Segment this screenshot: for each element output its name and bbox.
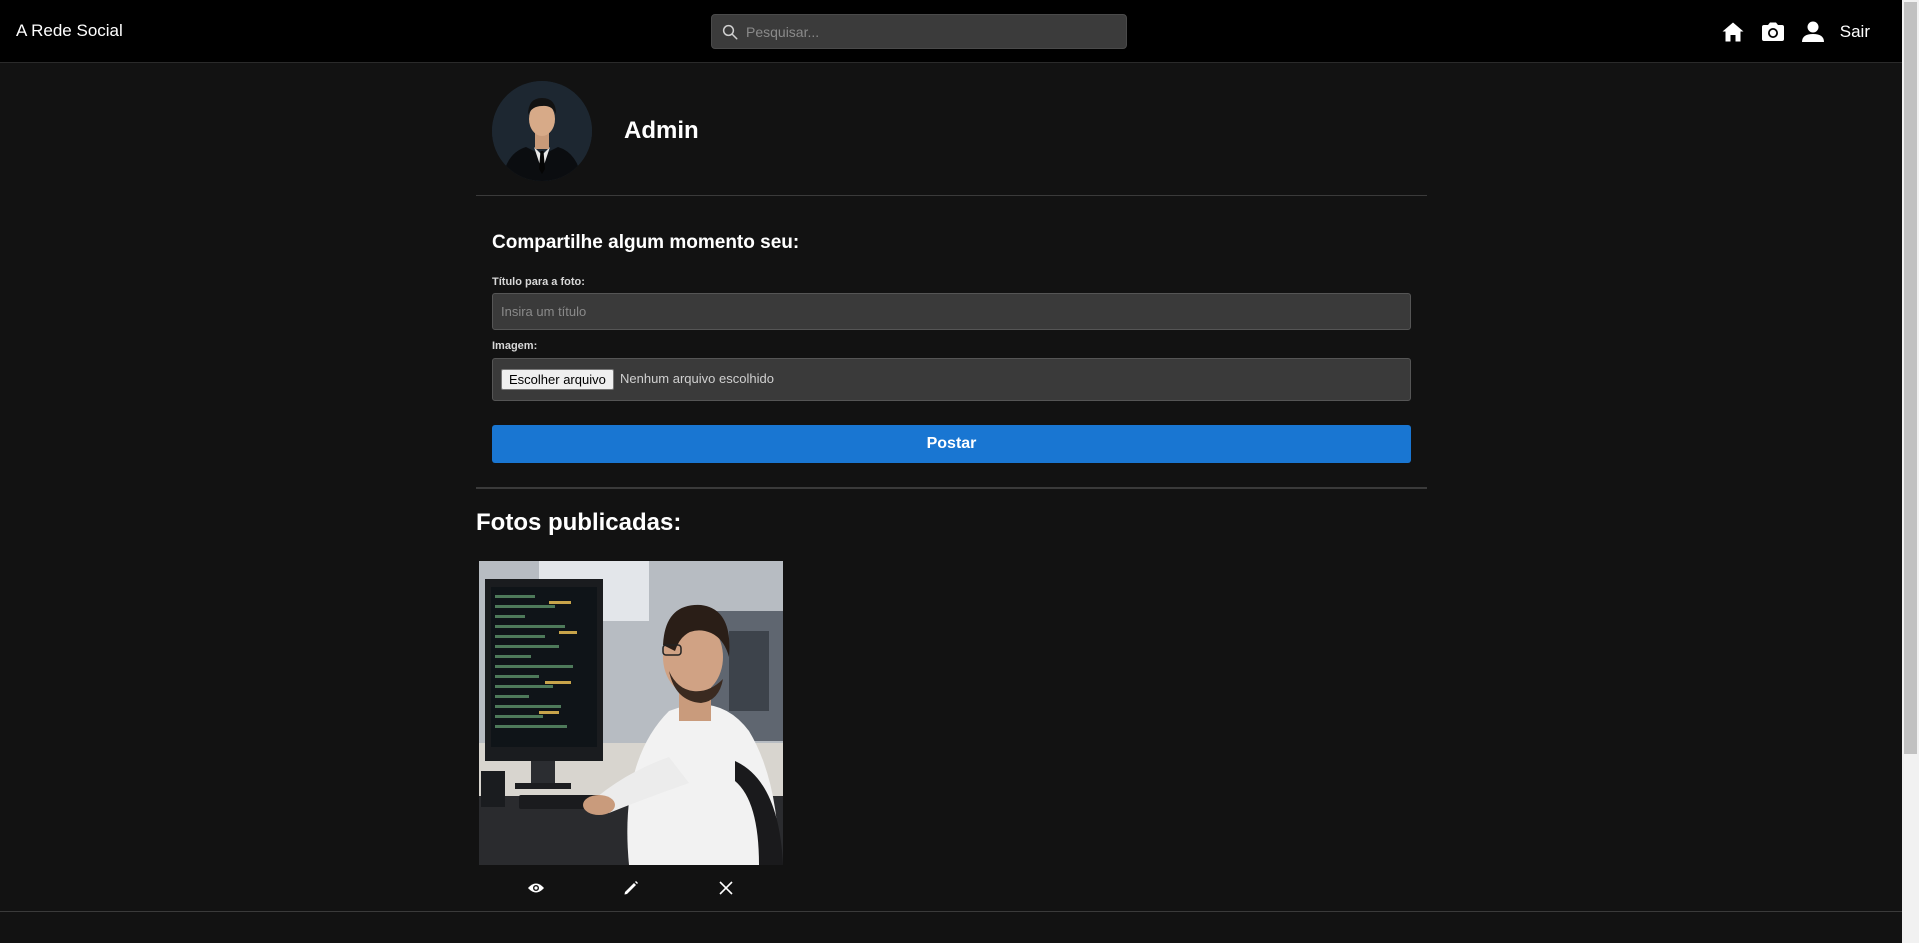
user-icon[interactable] xyxy=(1800,19,1826,45)
home-icon[interactable] xyxy=(1720,19,1746,45)
logout-link[interactable]: Sair xyxy=(1840,22,1870,42)
eye-icon[interactable] xyxy=(527,879,545,897)
photo-title-input[interactable] xyxy=(492,293,1411,330)
top-navbar: A Rede Social Sair xyxy=(0,0,1902,63)
section-divider xyxy=(476,488,1427,489)
choose-file-button[interactable]: Escolher arquivo xyxy=(501,369,614,390)
close-icon[interactable] xyxy=(717,879,735,897)
footer-divider xyxy=(0,911,1902,912)
camera-icon[interactable] xyxy=(1760,19,1786,45)
photo-actions xyxy=(479,865,783,909)
avatar xyxy=(492,81,592,181)
search-input[interactable] xyxy=(744,15,1120,48)
post-button[interactable]: Postar xyxy=(492,425,1411,463)
published-photos-title: Fotos publicadas: xyxy=(476,509,682,536)
photo-card xyxy=(479,561,783,909)
brand-link[interactable]: A Rede Social xyxy=(16,20,123,42)
search-icon xyxy=(722,24,738,40)
page-scrollbar[interactable] xyxy=(1902,0,1919,943)
scrollbar-thumb[interactable] xyxy=(1904,2,1917,754)
title-field-label: Título para a foto: xyxy=(492,276,585,288)
profile-header: Admin xyxy=(476,63,1427,196)
pencil-icon[interactable] xyxy=(622,879,640,897)
photo-thumbnail[interactable] xyxy=(479,561,783,865)
profile-name: Admin xyxy=(624,117,699,144)
image-file-field[interactable]: Escolher arquivo Nenhum arquivo escolhid… xyxy=(492,358,1411,401)
share-title: Compartilhe algum momento seu: xyxy=(492,232,800,253)
file-status-text: Nenhum arquivo escolhido xyxy=(620,371,774,386)
search-box[interactable] xyxy=(711,14,1127,49)
image-field-label: Imagem: xyxy=(492,340,538,352)
nav-actions: Sair xyxy=(1706,0,1870,63)
